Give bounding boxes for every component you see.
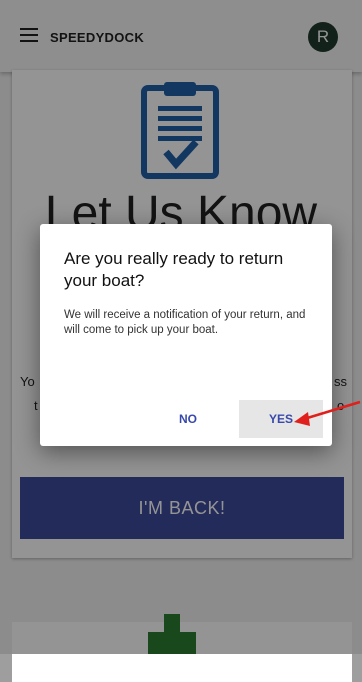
- no-button[interactable]: NO: [168, 404, 208, 434]
- dialog-title: Are you really ready to return your boat…: [64, 249, 284, 290]
- confirm-return-dialog: Are you really ready to return your boat…: [40, 224, 332, 446]
- dialog-message: We will receive a notification of your r…: [64, 309, 306, 336]
- red-arrow-icon: [294, 400, 361, 426]
